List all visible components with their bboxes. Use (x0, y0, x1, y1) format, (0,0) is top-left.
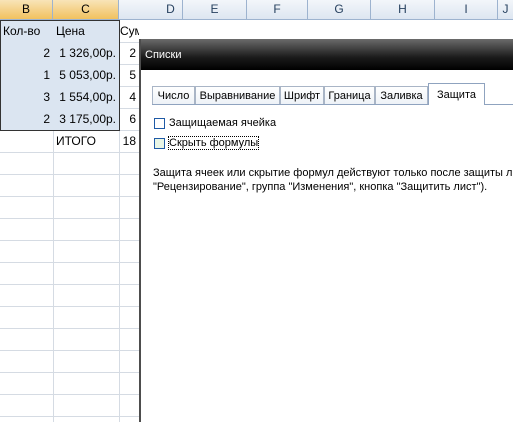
column-header-f[interactable]: F (247, 0, 308, 19)
column-header-h[interactable]: H (371, 0, 435, 19)
protection-note-line2: "Рецензирование", группа "Изменения", кн… (153, 181, 488, 193)
format-cells-dialog: Списки Число Выравнивание Шрифт Граница … (139, 39, 513, 422)
column-header-b[interactable]: B (0, 0, 53, 19)
hide-formulas-checkbox-label[interactable]: Скрыть формулы (167, 136, 260, 150)
column-header-i[interactable]: I (435, 0, 498, 19)
locked-checkbox[interactable] (154, 118, 165, 129)
tab-fill[interactable]: Заливка (375, 86, 428, 104)
protection-note: Защита ячеек или скрытие формул действую… (153, 166, 513, 194)
hide-formulas-checkbox[interactable] (154, 138, 165, 149)
column-header-c[interactable]: C (53, 0, 119, 19)
column-header-e[interactable]: E (183, 0, 247, 19)
sum-cell[interactable]: 2 (119, 42, 139, 64)
total-label-cell[interactable]: ИТОГО (53, 130, 119, 152)
tab-font[interactable]: Шрифт (280, 86, 324, 104)
locked-checkbox-label[interactable]: Защищаемая ячейка (169, 117, 276, 129)
header-sum[interactable]: Сум (119, 20, 139, 42)
sum-cell[interactable]: 6 (119, 108, 139, 130)
tab-number[interactable]: Число (152, 86, 195, 104)
protection-note-line1: Защита ячеек или скрытие формул действую… (153, 167, 513, 179)
tab-alignment[interactable]: Выравнивание (195, 86, 280, 104)
dialog-titlebar[interactable]: Списки (141, 39, 513, 70)
column-header-g[interactable]: G (308, 0, 371, 19)
column-header-bar: B C D E F G H I J (0, 0, 513, 20)
sum-cell[interactable]: 5 (119, 64, 139, 86)
tab-protection[interactable]: Защита (428, 83, 485, 105)
column-header-j[interactable]: J (498, 0, 513, 19)
column-header-d[interactable]: D (119, 0, 183, 19)
dialog-tabs: Число Выравнивание Шрифт Граница Заливка… (152, 83, 513, 105)
selection-range (0, 20, 120, 131)
tab-border[interactable]: Граница (324, 86, 375, 104)
sum-cell[interactable]: 4 (119, 86, 139, 108)
total-value-cell[interactable]: 18 (119, 130, 139, 152)
dialog-title: Списки (145, 49, 182, 61)
